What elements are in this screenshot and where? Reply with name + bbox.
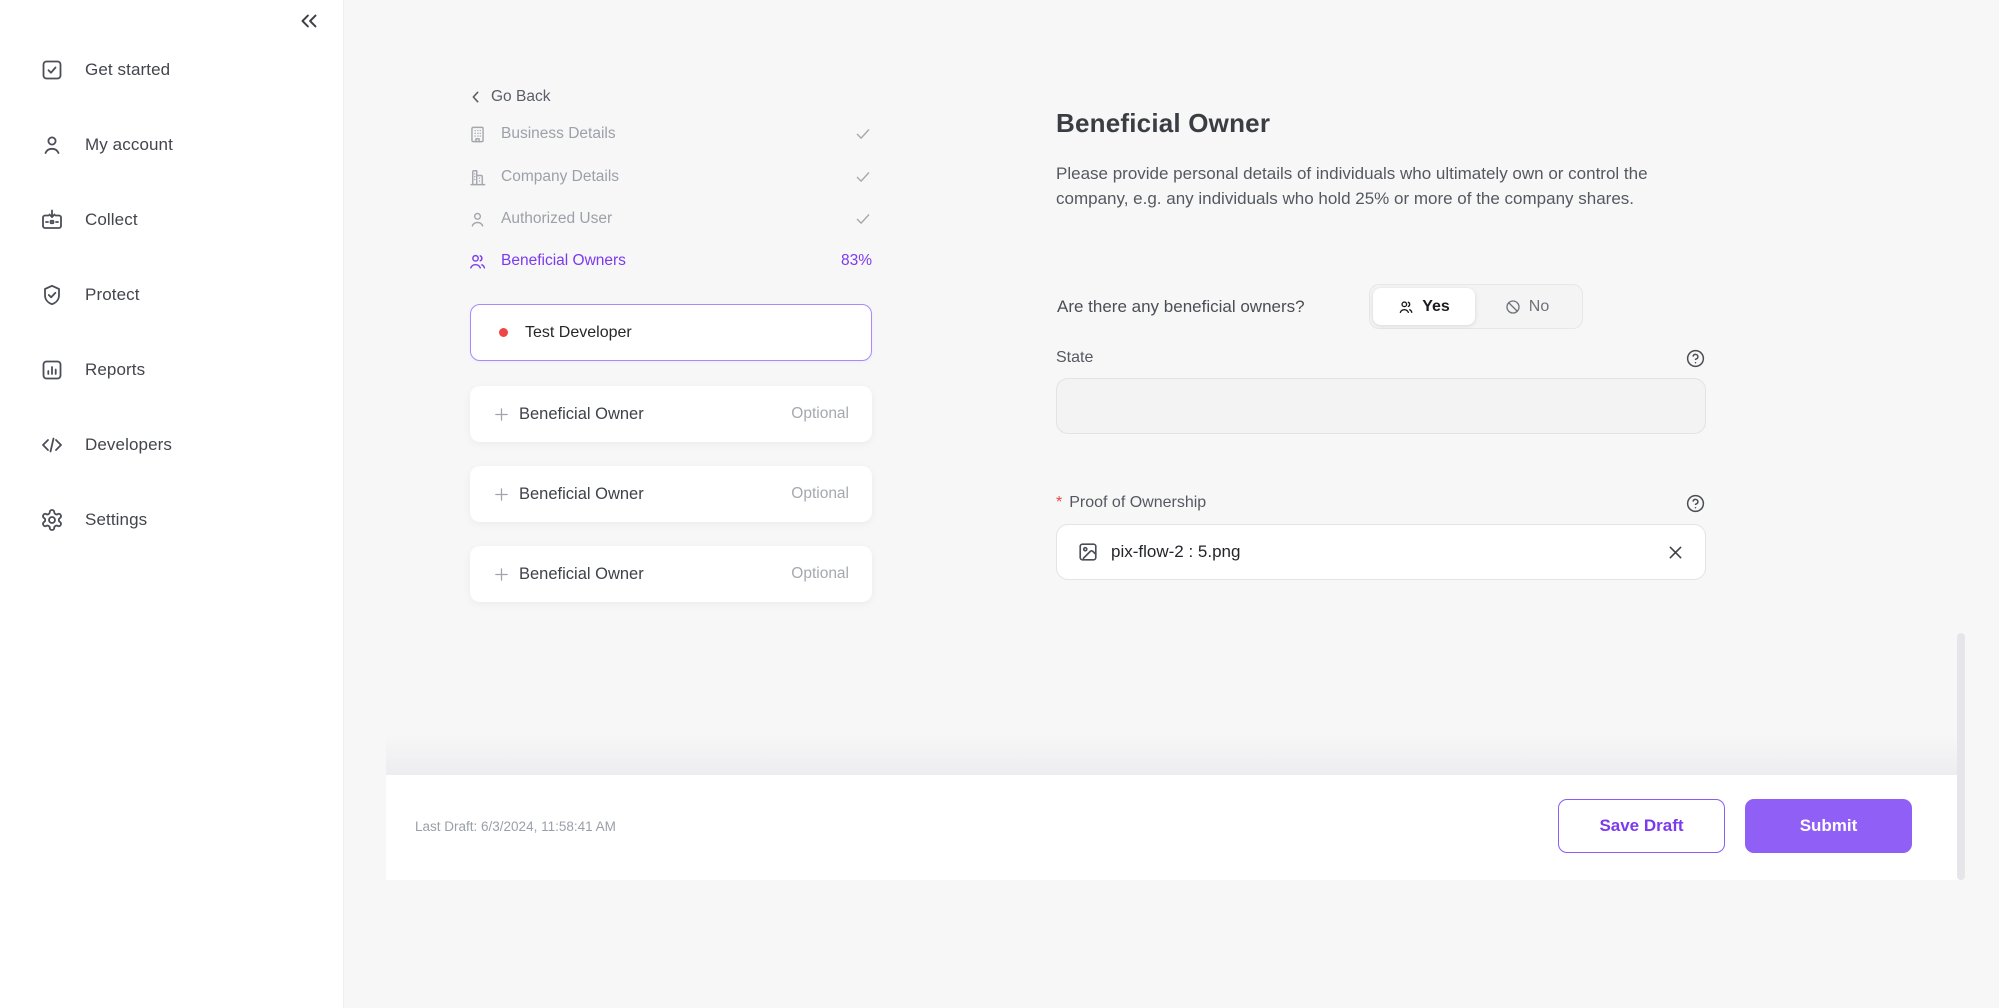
step-progress: 83% <box>841 252 872 270</box>
step-authorized-user[interactable]: Authorized User <box>468 206 872 232</box>
step-status <box>854 168 872 186</box>
chevron-left-icon <box>468 89 484 105</box>
sidebar-item-label: Protect <box>85 285 140 305</box>
opt-card-label: Beneficial Owner <box>519 565 644 584</box>
plus-icon <box>493 566 510 583</box>
step-status <box>854 210 872 228</box>
required-asterisk: * <box>1056 494 1062 512</box>
sidebar: Get started My account Collect Protect <box>0 0 344 1008</box>
submit-button[interactable]: Submit <box>1745 799 1912 853</box>
help-circle-icon[interactable] <box>1685 493 1706 514</box>
step-status <box>854 125 872 143</box>
gear-icon <box>40 508 64 532</box>
sidebar-item-label: Reports <box>85 360 145 380</box>
toggle-yes-option[interactable]: Yes <box>1373 288 1475 325</box>
users-icon <box>1398 299 1414 315</box>
plus-icon <box>493 486 510 503</box>
step-progress-value: 83% <box>841 252 872 270</box>
sidebar-item-label: Developers <box>85 435 172 455</box>
check-icon <box>854 210 872 228</box>
sidebar-item-get-started[interactable]: Get started <box>0 48 343 92</box>
building-icon <box>468 125 487 144</box>
sidebar-item-label: My account <box>85 135 173 155</box>
code-icon <box>40 433 64 457</box>
step-business-details[interactable]: Business Details <box>468 121 872 147</box>
step-label: Beneficial Owners <box>501 252 626 270</box>
sidebar-item-protect[interactable]: Protect <box>0 273 343 317</box>
remove-file-x-icon[interactable] <box>1666 543 1685 562</box>
sidebar-nav: Get started My account Collect Protect <box>0 48 343 573</box>
incomplete-dot-icon <box>499 328 508 337</box>
bar-chart-icon <box>40 358 64 382</box>
page-title: Beneficial Owner <box>1056 108 1270 139</box>
opt-card-label: Beneficial Owner <box>519 485 644 504</box>
optional-badge: Optional <box>791 565 849 583</box>
check-icon <box>854 125 872 143</box>
toggle-no-label: No <box>1529 298 1549 316</box>
save-draft-button[interactable]: Save Draft <box>1558 799 1725 853</box>
go-back-link[interactable]: Go Back <box>468 88 550 106</box>
step-label: Business Details <box>501 125 616 143</box>
go-back-label: Go Back <box>491 88 550 106</box>
sidebar-item-label: Get started <box>85 60 170 80</box>
sidebar-item-label: Collect <box>85 210 138 230</box>
onboarding-app: Get started My account Collect Protect <box>0 0 1999 1008</box>
user-icon <box>40 133 64 157</box>
user-icon <box>468 210 487 229</box>
sidebar-item-developers[interactable]: Developers <box>0 423 343 467</box>
proof-field-label: Proof of Ownership <box>1069 494 1206 512</box>
check-square-icon <box>40 58 64 82</box>
owners-question-label: Are there any beneficial owners? <box>1057 297 1305 317</box>
page-description: Please provide personal details of indiv… <box>1056 161 1696 211</box>
help-circle-icon[interactable] <box>1685 348 1706 369</box>
toggle-yes-label: Yes <box>1422 298 1450 316</box>
image-file-icon <box>1077 541 1099 563</box>
opt-card-label: Beneficial Owner <box>519 405 644 424</box>
state-input[interactable] <box>1056 378 1706 434</box>
uploaded-file-name: pix-flow-2 : 5.png <box>1111 542 1240 562</box>
optional-badge: Optional <box>791 405 849 423</box>
step-label: Company Details <box>501 168 619 186</box>
sidebar-item-label: Settings <box>85 510 147 530</box>
chevrons-left-icon <box>296 8 322 34</box>
toggle-no-option[interactable]: No <box>1475 288 1579 325</box>
form-footer: Last Draft: 6/3/2024, 11:58:41 AM Save D… <box>386 775 1960 880</box>
shield-check-icon <box>40 283 64 307</box>
check-icon <box>854 168 872 186</box>
state-field-label: State <box>1056 349 1093 367</box>
owner-card-label: Test Developer <box>525 324 632 342</box>
last-draft-timestamp: Last Draft: 6/3/2024, 11:58:41 AM <box>415 819 616 834</box>
plus-icon <box>493 406 510 423</box>
proof-of-ownership-file: pix-flow-2 : 5.png <box>1056 524 1706 580</box>
step-company-details[interactable]: Company Details <box>468 164 872 190</box>
vertical-scrollbar-thumb[interactable] <box>1957 633 1965 880</box>
optional-badge: Optional <box>791 485 849 503</box>
owner-card-test-developer[interactable]: Test Developer <box>470 304 872 361</box>
collect-card-icon <box>40 208 64 232</box>
sidebar-item-collect[interactable]: Collect <box>0 198 343 242</box>
ban-icon <box>1505 299 1521 315</box>
sidebar-item-settings[interactable]: Settings <box>0 498 343 542</box>
add-beneficial-owner-card[interactable]: Beneficial Owner Optional <box>470 466 872 522</box>
add-beneficial-owner-card[interactable]: Beneficial Owner Optional <box>470 386 872 442</box>
state-field-header: State <box>1056 347 1706 369</box>
step-label: Authorized User <box>501 210 612 228</box>
users-icon <box>468 252 487 271</box>
step-beneficial-owners[interactable]: Beneficial Owners 83% <box>468 248 872 274</box>
proof-field-header: * Proof of Ownership <box>1056 492 1706 514</box>
company-building-icon <box>468 168 487 187</box>
collapse-sidebar-button[interactable] <box>292 6 326 36</box>
sidebar-item-reports[interactable]: Reports <box>0 348 343 392</box>
sidebar-item-my-account[interactable]: My account <box>0 123 343 167</box>
add-beneficial-owner-card[interactable]: Beneficial Owner Optional <box>470 546 872 602</box>
beneficial-owners-toggle: Yes No <box>1369 284 1583 329</box>
